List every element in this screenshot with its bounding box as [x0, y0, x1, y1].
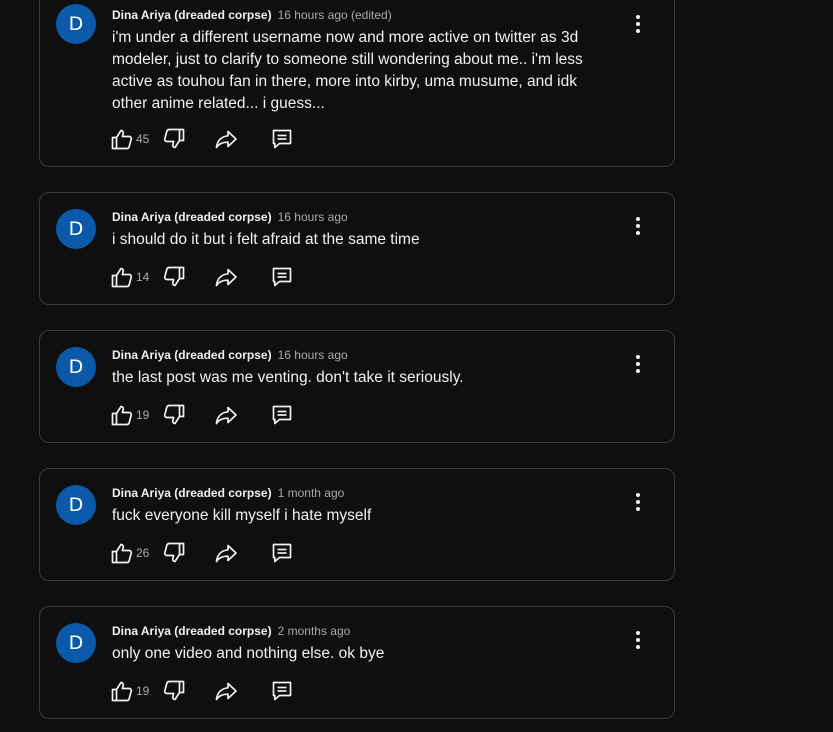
like-count: 19	[136, 684, 150, 698]
thumb-down-icon	[163, 680, 185, 701]
comment-timestamp[interactable]: 16 hours ago	[278, 348, 348, 362]
comment-text: fuck everyone kill myself i hate myself	[112, 507, 372, 524]
avatar[interactable]: D	[56, 4, 96, 44]
comment-header: Dina Ariya (dreaded corpse) 16 hours ago	[112, 209, 348, 225]
dislike-button[interactable]	[162, 541, 186, 565]
more-vertical-icon	[636, 15, 640, 33]
like-count: 14	[136, 270, 150, 284]
thumb-down-icon	[163, 404, 185, 425]
thumb-up-icon	[111, 267, 133, 288]
share-icon	[215, 682, 237, 701]
reply-button[interactable]	[270, 127, 294, 151]
thumb-down-icon	[163, 128, 185, 149]
share-button[interactable]	[214, 403, 238, 427]
reply-comment-icon	[272, 129, 292, 149]
dislike-button[interactable]	[162, 679, 186, 703]
like-button[interactable]: 26	[110, 541, 149, 565]
comment-header: Dina Ariya (dreaded corpse) 16 hours ago …	[112, 7, 392, 23]
comment-text: only one video and nothing else. ok bye	[112, 645, 385, 662]
comment-timestamp[interactable]: 1 month ago	[278, 486, 345, 500]
avatar[interactable]: D	[56, 485, 96, 525]
more-options-button[interactable]	[630, 215, 646, 237]
avatar[interactable]: D	[56, 209, 96, 249]
reply-comment-icon	[272, 543, 292, 563]
more-options-button[interactable]	[630, 353, 646, 375]
comment-card: D Dina Ariya (dreaded corpse) 16 hours ag…	[39, 192, 675, 305]
reply-button[interactable]	[270, 541, 294, 565]
share-icon	[215, 544, 237, 563]
more-vertical-icon	[636, 355, 640, 373]
author-name[interactable]: Dina Ariya (dreaded corpse)	[112, 8, 272, 22]
comment-text: i'm under a different username now and m…	[112, 29, 583, 112]
like-count: 19	[136, 408, 150, 422]
like-count: 26	[136, 546, 150, 560]
thumb-down-icon	[163, 266, 185, 287]
share-button[interactable]	[214, 679, 238, 703]
comment-text: i should do it but i felt afraid at the …	[112, 231, 420, 248]
dislike-button[interactable]	[162, 127, 186, 151]
like-button[interactable]: 14	[110, 265, 149, 289]
thumb-down-icon	[163, 542, 185, 563]
more-options-button[interactable]	[630, 13, 646, 35]
thumb-up-icon	[111, 681, 133, 702]
more-options-button[interactable]	[630, 629, 646, 651]
like-button[interactable]: 45	[110, 127, 149, 151]
thumb-up-icon	[111, 129, 133, 150]
like-button[interactable]: 19	[110, 403, 149, 427]
author-name[interactable]: Dina Ariya (dreaded corpse)	[112, 348, 272, 362]
comment-card: D Dina Ariya (dreaded corpse) 16 hours ag…	[39, 330, 675, 443]
reply-comment-icon	[272, 405, 292, 425]
comment-header: Dina Ariya (dreaded corpse) 16 hours ago	[112, 347, 348, 363]
comment-text: the last post was me venting. don't take…	[112, 369, 464, 386]
comment-card: D Dina Ariya (dreaded corpse) 2 months ag…	[39, 606, 675, 719]
reply-comment-icon	[272, 681, 292, 701]
reply-button[interactable]	[270, 403, 294, 427]
comment-card: D Dina Ariya (dreaded corpse) 16 hours ag…	[39, 0, 675, 167]
more-vertical-icon	[636, 631, 640, 649]
author-name[interactable]: Dina Ariya (dreaded corpse)	[112, 486, 272, 500]
comment-card: D Dina Ariya (dreaded corpse) 1 month ago…	[39, 468, 675, 581]
comment-timestamp[interactable]: 16 hours ago (edited)	[278, 8, 392, 22]
author-name[interactable]: Dina Ariya (dreaded corpse)	[112, 210, 272, 224]
share-button[interactable]	[214, 265, 238, 289]
reply-button[interactable]	[270, 265, 294, 289]
like-count: 45	[136, 132, 150, 146]
dislike-button[interactable]	[162, 265, 186, 289]
comment-header: Dina Ariya (dreaded corpse) 2 months ago	[112, 623, 350, 639]
share-button[interactable]	[214, 541, 238, 565]
share-icon	[215, 130, 237, 149]
comment-header: Dina Ariya (dreaded corpse) 1 month ago	[112, 485, 344, 501]
reply-button[interactable]	[270, 679, 294, 703]
share-icon	[215, 406, 237, 425]
dislike-button[interactable]	[162, 403, 186, 427]
comment-timestamp[interactable]: 2 months ago	[278, 624, 351, 638]
comment-timestamp[interactable]: 16 hours ago	[278, 210, 348, 224]
share-icon	[215, 268, 237, 287]
more-vertical-icon	[636, 217, 640, 235]
author-name[interactable]: Dina Ariya (dreaded corpse)	[112, 624, 272, 638]
more-options-button[interactable]	[630, 491, 646, 513]
thumb-up-icon	[111, 405, 133, 426]
avatar[interactable]: D	[56, 347, 96, 387]
avatar[interactable]: D	[56, 623, 96, 663]
share-button[interactable]	[214, 127, 238, 151]
more-vertical-icon	[636, 493, 640, 511]
reply-comment-icon	[272, 267, 292, 287]
thumb-up-icon	[111, 543, 133, 564]
comment-feed: D Dina Ariya (dreaded corpse) 16 hours ag…	[0, 0, 833, 732]
like-button[interactable]: 19	[110, 679, 149, 703]
